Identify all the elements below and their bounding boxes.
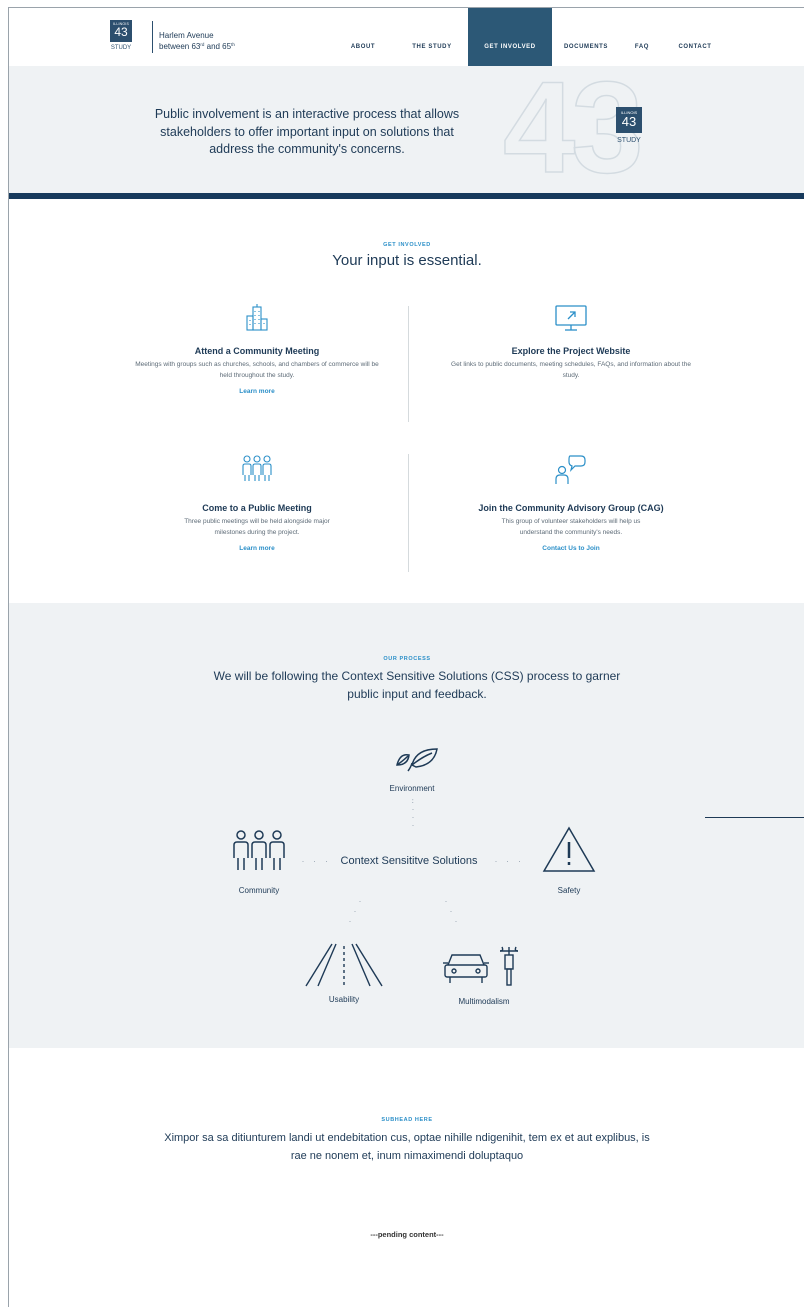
hero-logo-number: 43: [621, 114, 637, 129]
monitor-icon: [553, 303, 589, 333]
logo-study-text: STUDY: [110, 45, 132, 51]
site-title-line2b: and 65: [204, 41, 232, 51]
card-divider-top: [408, 306, 409, 422]
community-label: Community: [238, 886, 280, 895]
usability-label: Usability: [328, 995, 360, 1004]
subhead-kicker: SUBHEAD HERE: [381, 1117, 433, 1123]
card-divider-bottom: [408, 454, 409, 572]
environment-label: Environment: [389, 784, 435, 793]
context-sensitive-solutions-label: Context Sensititve Solutions: [340, 855, 478, 867]
site-title-line1: Harlem Avenue: [159, 31, 214, 40]
site-title[interactable]: Harlem Avenue between 63rd and 65th: [159, 31, 235, 51]
site-header: ILLINOIS 43 STUDY Harlem Avenue between …: [9, 8, 804, 66]
get-involved-heading: Your input is essential.: [332, 252, 482, 269]
card-title: Explore the Project Website: [511, 346, 631, 356]
logo-number: 43: [114, 25, 128, 39]
building-icon: [242, 303, 272, 333]
card-community-meeting: Attend a Community Meeting Meetings with…: [132, 303, 382, 413]
card-description: Three public meetings will be held along…: [184, 518, 330, 536]
card-description: Get links to public documents, meeting s…: [451, 361, 691, 379]
dots-diagonal-left: · · ·: [349, 899, 361, 925]
card-description: Meetings with groups such as churches, s…: [135, 361, 379, 379]
card-public-meeting: Come to a Public Meeting Three public me…: [132, 453, 382, 563]
car-bike-icon: [442, 941, 526, 989]
horizontal-rule: [705, 817, 804, 818]
warning-icon: [541, 825, 597, 875]
nav-get-involved[interactable]: GET INVOLVED: [468, 8, 552, 66]
logo-divider: [152, 21, 153, 53]
dots-left: · · ·: [302, 859, 332, 865]
page-frame: ILLINOIS 43 STUDY Harlem Avenue between …: [8, 7, 804, 1307]
hero-text: Public involvement is an interactive pro…: [154, 107, 460, 156]
hero-banner: 43 Public involvement is an interactive …: [9, 66, 804, 193]
nav-about[interactable]: ABOUT: [337, 8, 389, 66]
nav-the-study[interactable]: THE STUDY: [405, 8, 459, 66]
contact-us-to-join-link[interactable]: Contact Us to Join: [446, 545, 696, 552]
multimodalism-label: Multimodalism: [458, 997, 510, 1006]
dots-vertical: : · · ·: [412, 799, 418, 829]
card-title: Join the Community Advisory Group (CAG): [478, 503, 664, 513]
pending-content: ---pending content---: [370, 1230, 444, 1239]
card-title: Come to a Public Meeting: [202, 503, 312, 513]
logo-badge[interactable]: ILLINOIS 43: [110, 20, 132, 42]
process-kicker: OUR PROCESS: [383, 656, 431, 662]
learn-more-link[interactable]: Learn more: [132, 545, 382, 552]
card-project-website: Explore the Project Website Get links to…: [446, 303, 696, 413]
hero-logo-study: STUDY: [617, 137, 641, 144]
hero-divider-bar: [9, 193, 804, 199]
leaf-icon: [394, 743, 440, 777]
people-icon: [237, 453, 277, 483]
subhead-body: Ximpor sa sa ditiunturem landi ut endebi…: [164, 1132, 650, 1162]
community-people-icon: [231, 830, 287, 872]
card-description: This group of volunteer stakeholders wil…: [501, 518, 641, 536]
dots-right: · · ·: [495, 859, 525, 865]
hero-logo-badge: ILLINOIS 43: [616, 107, 642, 133]
get-involved-kicker: GET INVOLVED: [383, 242, 431, 248]
dots-diagonal-right: · · ·: [445, 899, 457, 925]
card-title: Attend a Community Meeting: [194, 346, 320, 356]
nav-contact[interactable]: CONTACT: [672, 8, 718, 66]
nav-documents[interactable]: DOCUMENTS: [558, 8, 614, 66]
site-title-sup2: th: [231, 41, 235, 47]
card-advisory-group: Join the Community Advisory Group (CAG) …: [446, 453, 696, 563]
road-icon: [304, 940, 384, 988]
speech-person-icon: [553, 453, 589, 485]
safety-label: Safety: [557, 886, 581, 895]
site-title-line2a: between 63: [159, 41, 201, 51]
process-section: OUR PROCESS We will be following the Con…: [9, 603, 804, 1048]
nav-faq[interactable]: FAQ: [629, 8, 655, 66]
process-heading: We will be following the Context Sensiti…: [213, 669, 621, 701]
learn-more-link[interactable]: Learn more: [132, 388, 382, 395]
